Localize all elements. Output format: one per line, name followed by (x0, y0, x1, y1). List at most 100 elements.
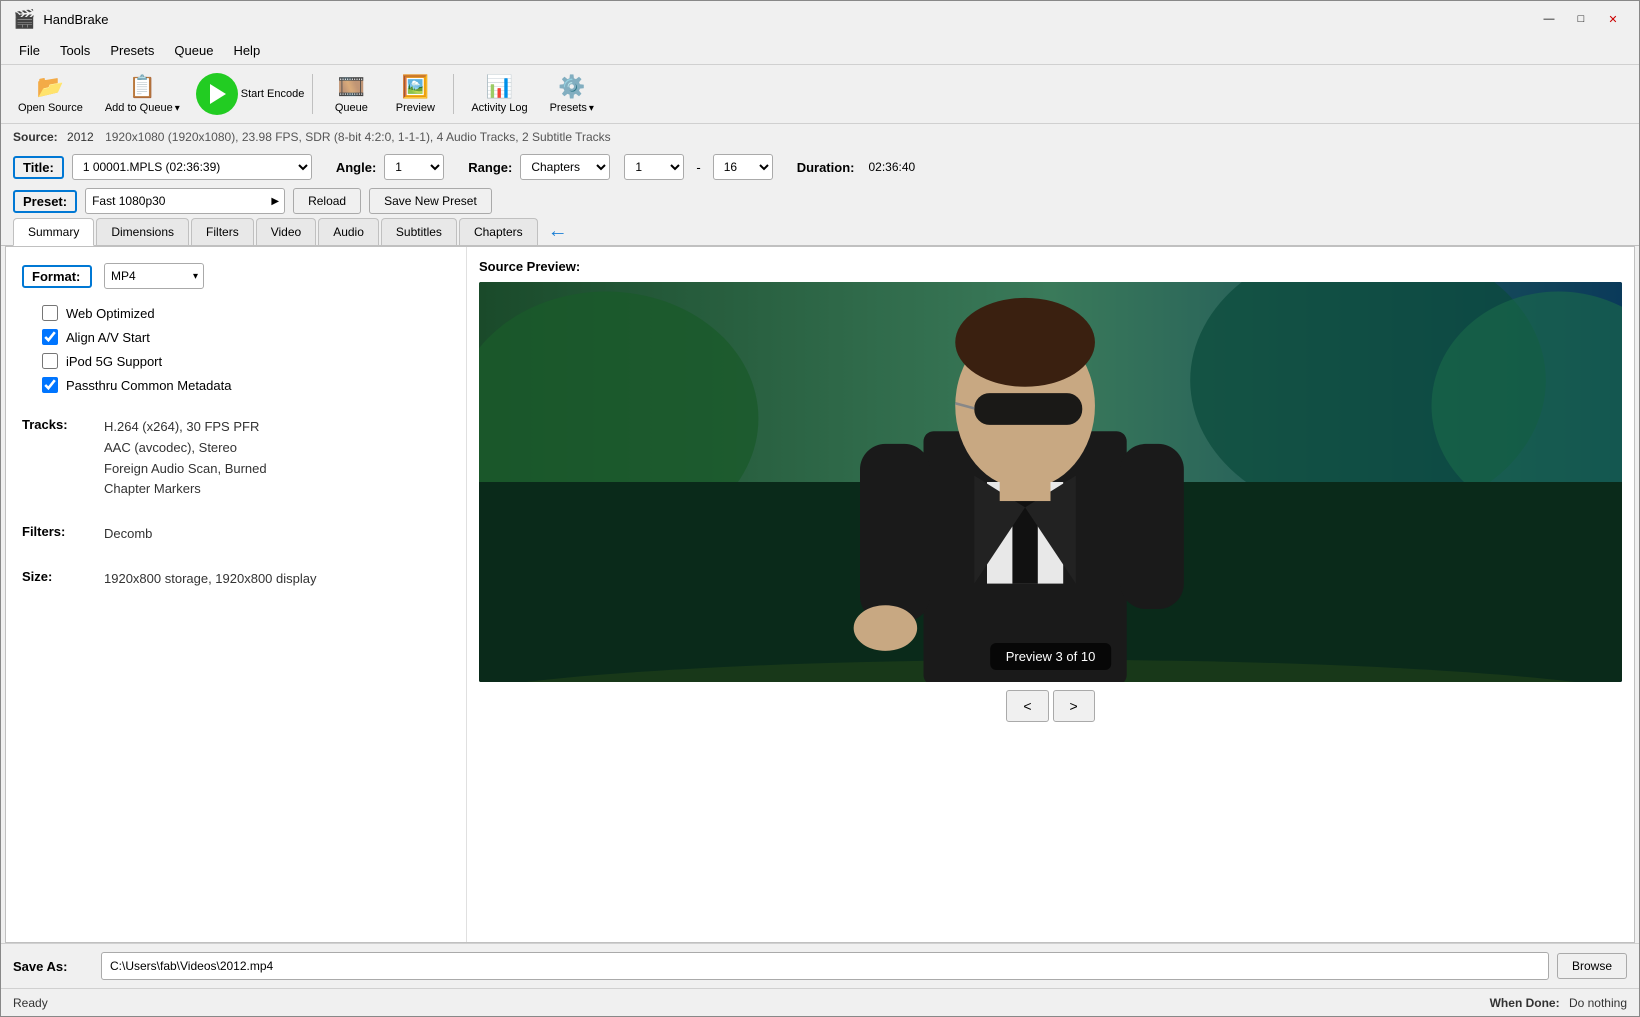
browse-button[interactable]: Browse (1557, 953, 1627, 979)
chapter-start-select[interactable]: 1 (624, 154, 684, 180)
when-done-label: When Done: (1490, 996, 1560, 1010)
duration-value: 02:36:40 (868, 160, 915, 174)
format-row: Format: MP4 MKV WebM ▾ (22, 263, 450, 289)
title-bar-left: 🎬 HandBrake (13, 9, 108, 30)
save-new-preset-button[interactable]: Save New Preset (369, 188, 492, 214)
add-to-queue-button[interactable]: 📋 Add to Queue ▾ (96, 68, 189, 120)
preview-next-button[interactable]: > (1053, 690, 1095, 722)
tracks-value: H.264 (x264), 30 FPS PFR AAC (avcodec), … (104, 417, 267, 500)
menu-file[interactable]: File (9, 39, 50, 62)
activity-log-label: Activity Log (471, 102, 527, 114)
range-select[interactable]: Chapters (520, 154, 610, 180)
save-as-row: Save As: Browse (1, 943, 1639, 988)
maximize-button[interactable]: □ (1567, 9, 1595, 29)
left-panel: Format: MP4 MKV WebM ▾ Web Optimized Ali… (6, 247, 466, 942)
preset-select[interactable]: Fast 1080p30 (85, 188, 285, 214)
chapter-end-wrap: 16 (713, 154, 773, 180)
tab-dimensions[interactable]: Dimensions (96, 218, 189, 245)
menu-help[interactable]: Help (223, 39, 270, 62)
start-encode-button[interactable] (193, 70, 241, 118)
tab-summary[interactable]: Summary (13, 218, 94, 246)
preview-prev-button[interactable]: < (1006, 690, 1048, 722)
source-value: 2012 (67, 130, 94, 144)
main-content: Format: MP4 MKV WebM ▾ Web Optimized Ali… (5, 246, 1635, 943)
queue-label: Queue (335, 102, 368, 114)
presets-icon: ⚙️ (558, 74, 585, 100)
open-source-button[interactable]: 📂 Open Source (9, 68, 92, 120)
range-select-wrap: Chapters (520, 154, 610, 180)
menu-queue[interactable]: Queue (164, 39, 223, 62)
activity-log-button[interactable]: 📊 Activity Log (462, 68, 536, 120)
toolbar-separator-1 (312, 74, 313, 114)
menu-tools[interactable]: Tools (50, 39, 100, 62)
minimize-button[interactable]: — (1535, 9, 1563, 29)
queue-icon: 🎞️ (338, 74, 365, 100)
right-panel: Source Preview: (466, 247, 1634, 942)
play-triangle-icon (210, 84, 226, 104)
preset-row: Preset: Fast 1080p30 ▶ Reload Save New P… (1, 184, 1639, 218)
tab-video[interactable]: Video (256, 218, 316, 245)
source-label: Source: (13, 130, 58, 144)
angle-select[interactable]: 1 (384, 154, 444, 180)
activity-log-icon: 📊 (486, 74, 513, 100)
passthru-checkbox[interactable] (42, 377, 58, 393)
filters-value: Decomb (104, 524, 152, 545)
preset-label: Preset: (13, 190, 77, 213)
title-bar: 🎬 HandBrake — □ ✕ (1, 1, 1639, 37)
add-to-queue-arrow: ▾ (175, 103, 180, 114)
presets-arrow: ▾ (589, 103, 594, 114)
close-button[interactable]: ✕ (1599, 9, 1627, 29)
tracks-section: Tracks: H.264 (x264), 30 FPS PFR AAC (av… (22, 413, 450, 504)
angle-label: Angle: (336, 160, 376, 175)
preview-button[interactable]: 🖼️ Preview (385, 68, 445, 120)
open-source-icon: 📂 (37, 74, 64, 100)
status-ready: Ready (13, 996, 48, 1010)
preview-badge: Preview 3 of 10 (990, 643, 1112, 670)
tracks-row: Tracks: H.264 (x264), 30 FPS PFR AAC (av… (22, 413, 450, 504)
chapter-end-select[interactable]: 16 (713, 154, 773, 180)
tracks-label: Tracks: (22, 417, 92, 432)
source-bar: Source: 2012 1920x1080 (1920x1080), 23.9… (1, 124, 1639, 150)
save-as-input[interactable] (101, 952, 1549, 980)
preview-image: Preview 3 of 10 (479, 282, 1622, 682)
save-as-label: Save As: (13, 959, 93, 974)
track-line-2: AAC (avcodec), Stereo (104, 438, 267, 459)
reload-button[interactable]: Reload (293, 188, 361, 214)
presets-toolbar-button[interactable]: ⚙️ Presets ▾ (541, 68, 603, 120)
size-value: 1920x800 storage, 1920x800 display (104, 569, 317, 590)
open-source-label: Open Source (18, 102, 83, 114)
track-line-4: Chapter Markers (104, 479, 267, 500)
title-row: Title: 1 00001.MPLS (02:36:39) Angle: 1 … (1, 150, 1639, 184)
ipod-5g-checkbox[interactable] (42, 353, 58, 369)
align-av-row: Align A/V Start (22, 325, 450, 349)
title-select-wrap: 1 00001.MPLS (02:36:39) (72, 154, 312, 180)
angle-select-wrap: 1 (384, 154, 444, 180)
align-av-label: Align A/V Start (66, 330, 150, 345)
track-line-3: Foreign Audio Scan, Burned (104, 459, 267, 480)
align-av-checkbox[interactable] (42, 329, 58, 345)
preview-nav-buttons: < > (1006, 690, 1094, 722)
toolbar: 📂 Open Source 📋 Add to Queue ▾ Start Enc… (1, 64, 1639, 124)
tab-subtitles[interactable]: Subtitles (381, 218, 457, 245)
title-select[interactable]: 1 00001.MPLS (02:36:39) (72, 154, 312, 180)
app-icon: 🎬 (13, 9, 35, 30)
queue-button[interactable]: 🎞️ Queue (321, 68, 381, 120)
format-select[interactable]: MP4 MKV WebM (104, 263, 204, 289)
when-done-group: When Done: Do nothing (1490, 996, 1627, 1010)
filters-row: Filters: Decomb (22, 520, 450, 549)
preset-select-wrap: Fast 1080p30 ▶ (85, 188, 285, 214)
tab-filters[interactable]: Filters (191, 218, 254, 245)
duration-label: Duration: (797, 160, 855, 175)
tab-audio[interactable]: Audio (318, 218, 379, 245)
title-bar-controls: — □ ✕ (1535, 9, 1627, 29)
web-optimized-checkbox[interactable] (42, 305, 58, 321)
tab-chapters[interactable]: Chapters (459, 218, 538, 245)
presets-label: Presets (550, 102, 587, 114)
when-done-value: Do nothing (1569, 996, 1627, 1010)
ipod-5g-row: iPod 5G Support (22, 349, 450, 373)
format-select-wrap: MP4 MKV WebM ▾ (104, 263, 204, 289)
menu-presets[interactable]: Presets (100, 39, 164, 62)
size-section: Size: 1920x800 storage, 1920x800 display (22, 565, 450, 594)
web-optimized-row: Web Optimized (22, 301, 450, 325)
add-to-queue-label: Add to Queue (105, 102, 173, 114)
